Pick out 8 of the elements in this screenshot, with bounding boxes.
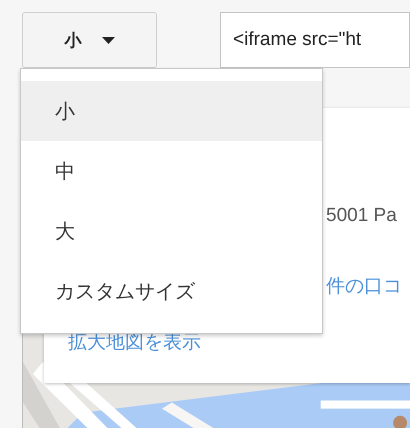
menu-item[interactable]: 小: [21, 81, 322, 141]
menu-item[interactable]: 中: [21, 141, 322, 201]
menu-item[interactable]: カスタムサイズ: [21, 261, 322, 321]
size-dropdown[interactable]: 小: [22, 12, 157, 68]
caret-icon: [102, 36, 114, 44]
menu-item[interactable]: 大: [21, 201, 322, 261]
embed-code-field[interactable]: <iframe src="ht: [220, 12, 410, 68]
address-text: 5001 Pa: [326, 205, 398, 227]
